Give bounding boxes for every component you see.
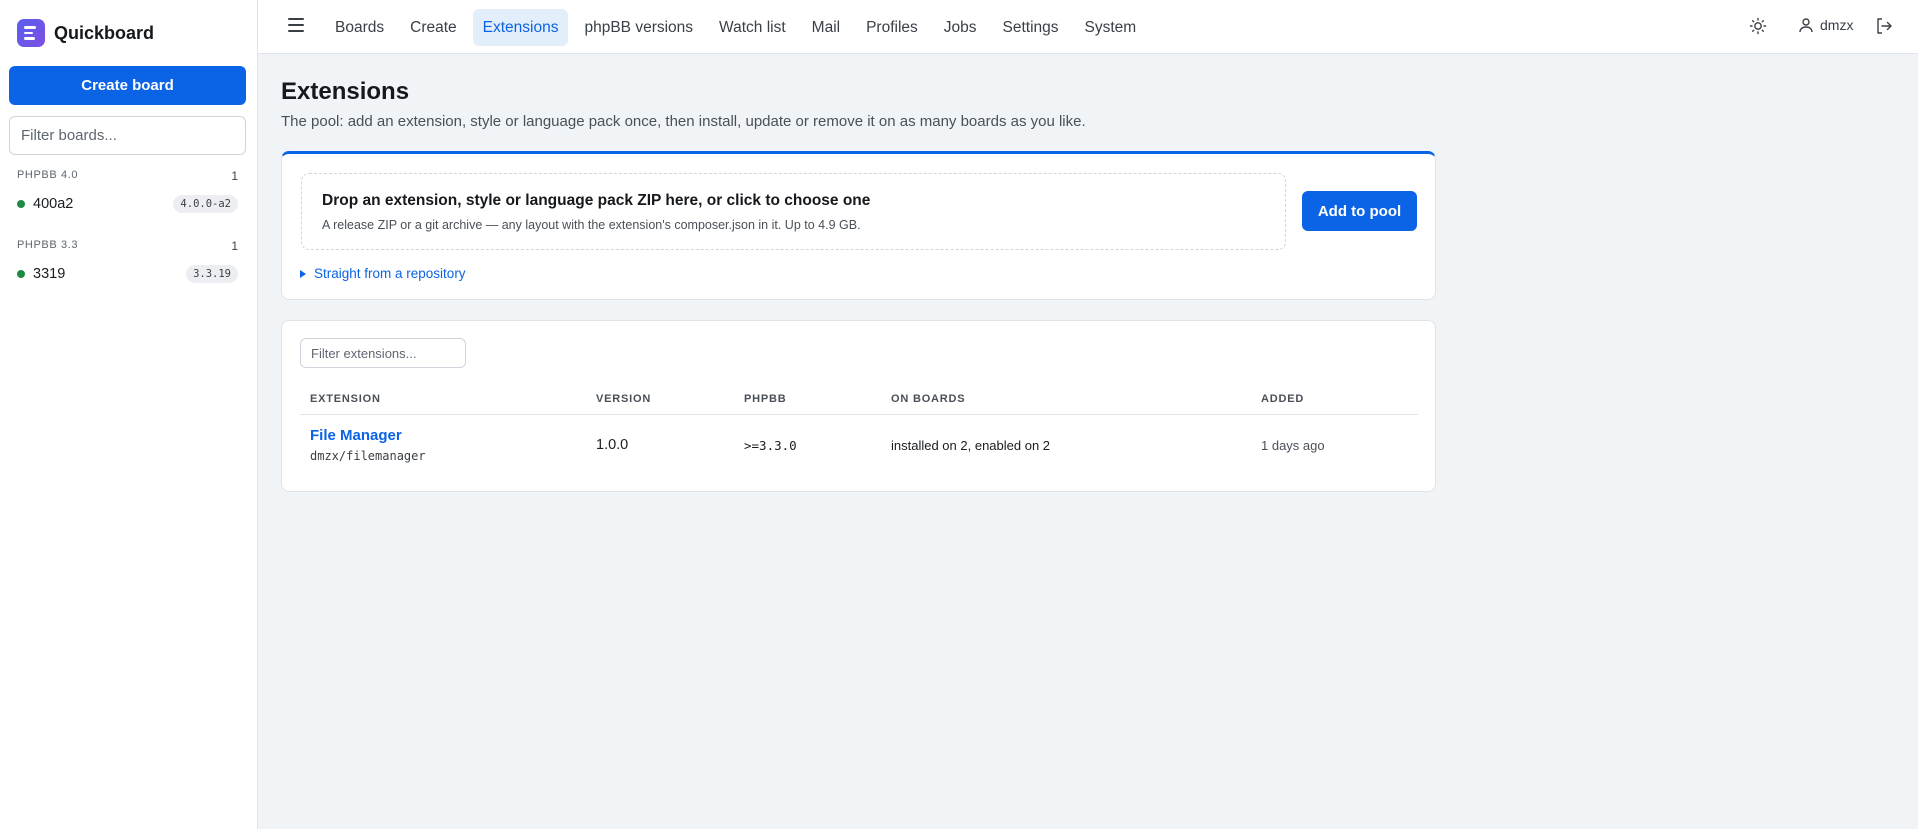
board-group-label: PHPBB 3.3 — [17, 239, 79, 251]
create-board-button[interactable]: Create board — [9, 66, 246, 105]
disclosure-triangle-icon — [300, 269, 306, 278]
extension-phpbb-requirement: >=3.3.0 — [744, 438, 797, 453]
filter-boards-input[interactable] — [9, 116, 246, 155]
nav-settings[interactable]: Settings — [993, 9, 1069, 46]
extension-id: dmzx/filemanager — [310, 449, 426, 463]
user-menu[interactable]: dmzx — [1798, 17, 1853, 33]
add-to-pool-button[interactable]: Add to pool — [1302, 191, 1417, 231]
column-header-version: VERSION — [596, 393, 652, 405]
user-name: dmzx — [1820, 17, 1854, 33]
upload-card: Drop an extension, style or language pac… — [281, 151, 1436, 300]
board-group-count: 1 — [231, 169, 238, 183]
logout-icon[interactable] — [1875, 17, 1893, 35]
nav-mail[interactable]: Mail — [802, 9, 850, 46]
nav-watch-list[interactable]: Watch list — [709, 9, 796, 46]
hamburger-icon[interactable] — [288, 18, 304, 32]
page-subtitle: The pool: add an extension, style or lan… — [281, 113, 1086, 130]
repository-disclosure[interactable]: Straight from a repository — [300, 266, 466, 281]
nav-profiles[interactable]: Profiles — [856, 9, 928, 46]
column-header-on-boards: ON BOARDS — [891, 393, 966, 405]
extensions-card: EXTENSION VERSION PHPBB ON BOARDS ADDED … — [281, 320, 1436, 492]
board-item[interactable]: 400a2 4.0.0-a2 — [17, 193, 238, 215]
sidebar: Quickboard Create board PHPBB 4.0 1 400a… — [0, 0, 258, 829]
extension-name-link[interactable]: File Manager — [310, 427, 402, 444]
extension-version: 1.0.0 — [596, 437, 629, 453]
status-dot — [17, 200, 25, 208]
version-badge: 3.3.19 — [186, 265, 238, 283]
brand[interactable]: Quickboard — [17, 19, 154, 47]
status-dot — [17, 270, 25, 278]
user-icon — [1799, 18, 1813, 33]
column-header-extension: EXTENSION — [310, 393, 381, 405]
nav-system[interactable]: System — [1075, 9, 1147, 46]
page-title: Extensions — [281, 78, 410, 105]
version-badge: 4.0.0-a2 — [173, 195, 238, 213]
dropzone-title: Drop an extension, style or language pac… — [322, 192, 871, 209]
nav-boards[interactable]: Boards — [325, 9, 394, 46]
top-bar: Boards Create Extensions phpBB versions … — [258, 0, 1918, 54]
extension-added: 1 days ago — [1261, 438, 1325, 453]
main-nav: Boards Create Extensions phpBB versions … — [325, 9, 1152, 46]
filter-extensions-input[interactable] — [300, 338, 466, 368]
nav-extensions[interactable]: Extensions — [472, 9, 569, 46]
board-name: 400a2 — [33, 196, 74, 212]
table-divider — [300, 414, 1418, 415]
board-item[interactable]: 3319 3.3.19 — [17, 263, 238, 285]
board-name: 3319 — [33, 266, 66, 282]
column-header-phpbb: PHPBB — [744, 393, 787, 405]
upload-dropzone[interactable]: Drop an extension, style or language pac… — [301, 173, 1286, 250]
extension-on-boards: installed on 2, enabled on 2 — [891, 438, 1051, 453]
quickboard-logo-icon — [17, 19, 45, 47]
nav-jobs[interactable]: Jobs — [934, 9, 987, 46]
column-header-added: ADDED — [1261, 393, 1305, 405]
board-group-header: PHPBB 3.3 1 — [17, 239, 238, 253]
nav-phpbb-versions[interactable]: phpBB versions — [574, 9, 703, 46]
board-group-label: PHPBB 4.0 — [17, 169, 79, 181]
sun-icon[interactable] — [1749, 17, 1767, 35]
dropzone-subtitle: A release ZIP or a git archive — any lay… — [322, 218, 861, 232]
board-group-count: 1 — [231, 239, 238, 253]
nav-create[interactable]: Create — [400, 9, 467, 46]
board-group-header: PHPBB 4.0 1 — [17, 169, 238, 183]
repository-link: Straight from a repository — [314, 266, 466, 281]
brand-name: Quickboard — [54, 22, 155, 43]
